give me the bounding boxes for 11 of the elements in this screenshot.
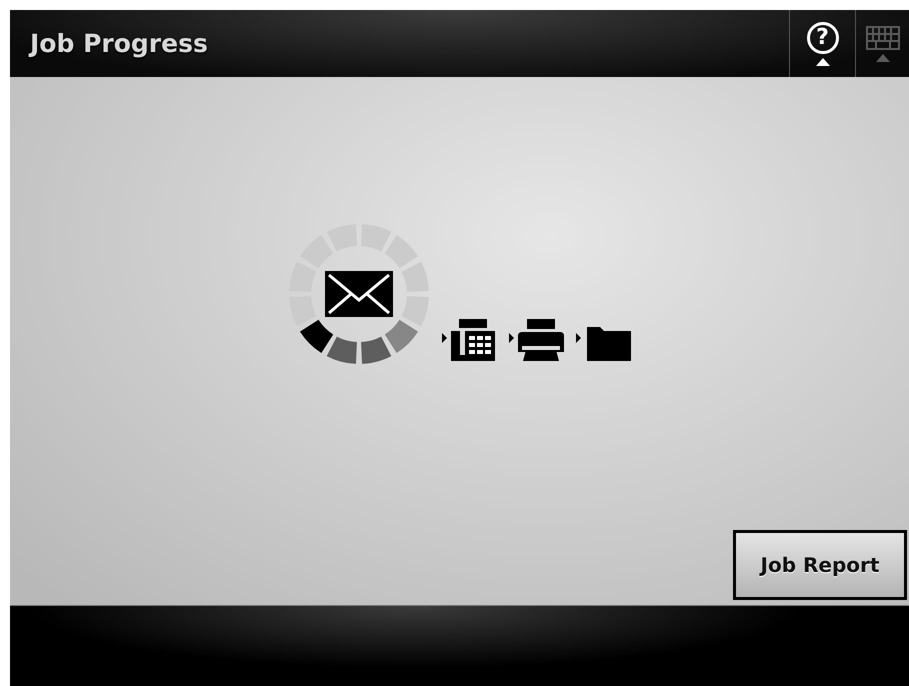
arrow-icon [442,332,447,342]
arrow-icon [509,332,514,342]
fax-icon [451,318,497,360]
printer-icon [518,318,564,360]
caret-icon [816,58,830,66]
arrow-icon [576,332,581,342]
job-report-button[interactable]: Job Report [733,530,907,600]
keyboard-icon [866,26,900,50]
caret-icon [876,54,890,62]
screen-title: Job Progress [28,29,209,58]
spinner-icon [288,222,430,364]
